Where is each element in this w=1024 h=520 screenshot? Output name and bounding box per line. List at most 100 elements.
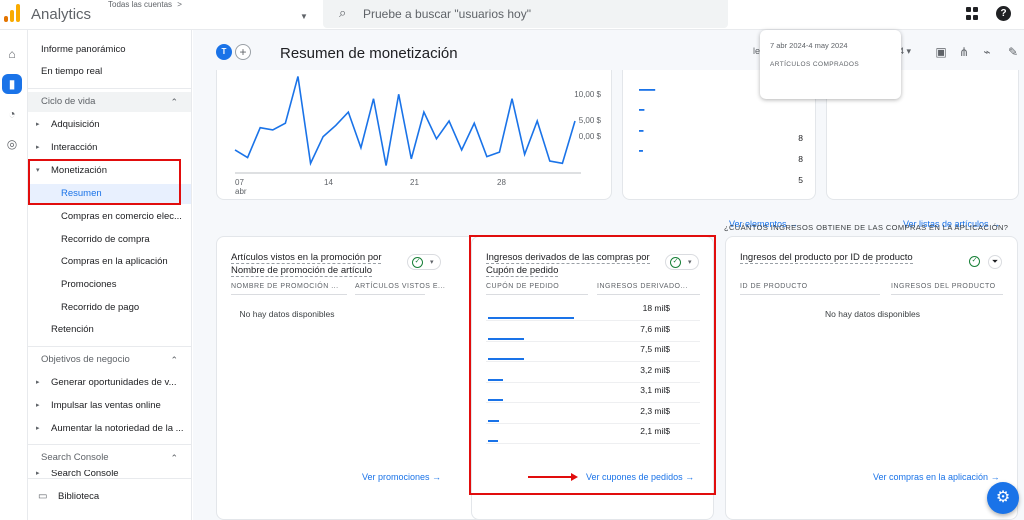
data-quality-check-icon[interactable]: ✓ [968,255,982,269]
sidebar-item-promotions[interactable]: Promociones [28,275,191,295]
app-title[interactable]: Analytics [31,6,91,23]
column-header[interactable]: CUPÓN DE PEDIDO [486,283,559,290]
x-tick-label: 21 [410,178,419,187]
row-separator [486,422,700,424]
search-input[interactable] [363,4,703,24]
sidebar-item-search-console[interactable]: ▸ Search Console [28,470,191,478]
coupon-revenue-bar [488,419,499,422]
account-label: Todas las cuentas [108,0,173,9]
sidebar-item-purchase-journey[interactable]: Recorrido de compra [28,230,191,250]
red-arrow-annotation-icon [528,473,578,481]
sidebar-item-engagement[interactable]: ▸ Interacción [28,138,191,158]
chevron-down-icon: ▾ [430,259,434,266]
comparison-chip[interactable]: T [216,44,232,60]
column-header[interactable]: ARTÍCULOS VISTOS E... [355,283,445,290]
coupon-revenue-value: 18 mil$ [642,303,670,313]
sidebar-item-realtime[interactable]: En tiempo real [28,62,191,82]
chevron-up-icon: ⌃ [170,355,178,365]
items-bar [639,150,643,152]
coupon-revenue-value: 7,6 mil$ [640,323,670,334]
edit-icon[interactable]: ✎ [1006,45,1020,59]
sidebar-item-brand-awareness[interactable]: ▸ Aumentar la notoriedad de la ... [28,419,191,439]
items-value: 8 [798,154,803,164]
sidebar-item-drive-sales[interactable]: ▸ Impulsar las ventas online [28,396,191,416]
help-icon[interactable]: ? [996,6,1011,21]
chevron-down-icon: ▾ [688,259,692,266]
filter-icon[interactable]: ⏷ [988,255,1002,269]
sidebar-item-library[interactable]: ▭ Biblioteca [28,487,191,507]
items-bar [639,130,644,132]
customize-report-icon[interactable]: ▣ [934,45,948,59]
items-value: 5 [798,175,803,185]
coupon-revenue-bar [488,317,574,319]
row-separator [486,340,700,342]
chart-tooltip: 7 abr 2024-4 may 2024 ARTÍCULOS COMPRADO… [760,30,901,99]
row-separator [486,402,700,403]
account-selector[interactable]: Todas las cuentas > [108,0,182,9]
row-separator [486,361,700,362]
sidebar-footer: ▭ Biblioteca [28,478,191,520]
data-quality-menu[interactable]: ✓ ▾ [407,254,441,270]
coupon-revenue-bar [488,440,499,442]
revenue-line-chart: 10,00 $ 5,00 $ 0,00 $ 07abr 14 21 28 [234,76,602,196]
reports-sidebar: Informe panorámico En tiempo real Ciclo … [28,30,192,520]
sidebar-item-overview[interactable]: Informe panorámico [28,40,191,60]
sidebar-divider [28,88,191,89]
expand-arrow-icon: ▸ [36,425,40,432]
data-quality-menu[interactable]: ✓ ▾ [665,254,699,270]
sidebar-section-business-objectives[interactable]: Objetivos de negocio ⌃ [28,350,191,370]
explore-icon[interactable]: ◔ [2,104,22,124]
product-card-title: Ingresos del producto por ID de producto [740,252,913,264]
analytics-logo-icon[interactable] [4,4,20,22]
coupon-revenue-bar [488,337,525,340]
expand-arrow-icon: ▸ [36,470,40,477]
sidebar-item-retention[interactable]: Retención [28,320,191,340]
date-range-prefix[interactable]: le [753,46,760,56]
column-underline [891,294,1003,295]
check-icon: ✓ [969,256,980,267]
tooltip-date: 7 abr 2024-4 may 2024 [770,41,848,50]
view-promotions-link[interactable]: Ver promociones → [362,472,441,482]
add-comparison-button[interactable]: + [235,44,251,60]
items-bar [639,89,656,91]
promotions-card-title: Artículos vistos en la promoción por Nom… [231,252,382,277]
sidebar-item-checkout-journey[interactable]: Recorrido de pago [28,298,191,318]
coupon-revenue-bar [488,358,524,360]
share-icon[interactable]: ⋔ [957,45,971,59]
chevron-up-icon: ⌃ [170,453,178,463]
sidebar-section-lifecycle[interactable]: Ciclo de vida ⌃ [28,92,191,112]
column-header[interactable]: ID DE PRODUCTO [740,283,808,290]
settings-fab-icon[interactable]: ⚙ [987,482,1019,514]
revenue-series-line [234,76,576,167]
advertising-icon[interactable]: ◎ [2,134,22,154]
nav-rail: ⌂ ▮ ◔ ◎ [0,30,28,520]
y-tick-label: 0,00 $ [579,132,602,141]
property-dropdown-icon[interactable]: ▼ [300,12,308,21]
sidebar-divider [28,444,191,445]
sidebar-item-acquisition[interactable]: ▸ Adquisición [28,115,191,135]
view-in-app-purchases-link[interactable]: Ver compras en la aplicación → [873,472,1000,482]
x-tick-month-label: abr [235,187,247,196]
sidebar-item-summary[interactable]: Resumen [28,184,191,204]
insights-icon[interactable]: ⌁ [980,45,994,59]
home-icon[interactable]: ⌂ [2,44,22,64]
items-bar [639,109,645,111]
search-icon: ⌕ [339,5,347,20]
search-bar[interactable]: ⌕ [323,0,728,28]
x-tick-label: 14 [324,178,333,187]
column-header[interactable]: INGRESOS DEL PRODUCTO [891,283,996,290]
column-header[interactable]: NOMBRE DE PROMOCIÓN ... [231,283,339,290]
reports-icon[interactable]: ▮ [2,74,22,94]
apps-grid-icon[interactable] [966,7,979,20]
coupon-card-title: Ingresos derivados de las compras por Cu… [486,252,650,277]
sidebar-section-search-console[interactable]: Search Console ⌃ [28,448,191,468]
coupon-revenue-value: 3,1 mil$ [640,385,670,395]
main-content: T + Resumen de monetización le 4 ▾ ▣ ⋔ ⌁… [193,30,1024,520]
sidebar-item-monetization[interactable]: ▾ Monetización [28,161,191,181]
column-header[interactable]: INGRESOS DERIVADO... [597,283,688,290]
x-tick-label: 07 [235,178,244,187]
view-coupons-link[interactable]: Ver cupones de pedidos → [586,472,694,482]
sidebar-item-generate-leads[interactable]: ▸ Generar oportunidades de v... [28,373,191,393]
sidebar-item-in-app-purchases[interactable]: Compras en la aplicación [28,252,191,272]
sidebar-item-ecommerce[interactable]: Compras en comercio elec... [28,207,191,227]
